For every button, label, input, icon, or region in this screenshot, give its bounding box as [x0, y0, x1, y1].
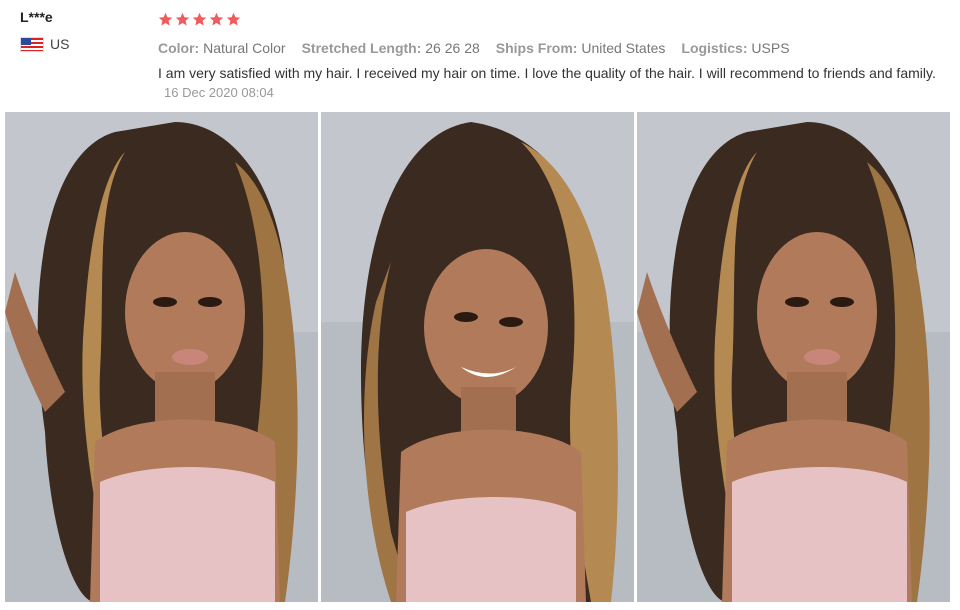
country-code: US — [50, 36, 70, 52]
attr-key: Ships From: — [495, 40, 578, 56]
star-icon — [158, 12, 173, 25]
review-photo-3[interactable] — [637, 112, 950, 602]
us-flag-icon — [20, 36, 44, 52]
review-date: 16 Dec 2020 08:04 — [164, 85, 274, 100]
review-text: I am very satisfied with my hair. I rece… — [158, 65, 936, 81]
attr-logistics: Logistics: USPS — [681, 40, 789, 56]
star-rating — [158, 8, 938, 30]
attr-value: 26 26 28 — [425, 40, 480, 56]
attr-color: Color: Natural Color — [158, 40, 286, 56]
review-photo-2[interactable] — [321, 112, 634, 602]
attr-key: Stretched Length: — [301, 40, 422, 56]
star-icon — [226, 12, 241, 25]
star-icon — [175, 12, 190, 25]
attr-key: Logistics: — [681, 40, 748, 56]
review-text-block: I am very satisfied with my hair. I rece… — [158, 64, 938, 102]
attr-value: USPS — [751, 40, 790, 56]
star-icon — [209, 12, 224, 25]
star-icon — [192, 12, 207, 25]
attr-value: Natural Color — [203, 40, 286, 56]
attr-key: Color: — [158, 40, 200, 56]
reviewer-name: L***e — [20, 9, 53, 25]
reviewer-info: L***e US — [20, 8, 140, 52]
attr-stretched-length: Stretched Length: 26 26 28 — [302, 40, 480, 56]
review-attributes: Color: Natural Color Stretched Length: 2… — [158, 40, 938, 56]
reviewer-country: US — [20, 36, 140, 52]
review-photo-1[interactable] — [5, 112, 318, 602]
attr-value: United States — [581, 40, 666, 56]
review-content: Color: Natural Color Stretched Length: 2… — [158, 8, 938, 102]
review-photos — [5, 112, 951, 602]
attr-ships-from: Ships From: United States — [496, 40, 666, 56]
